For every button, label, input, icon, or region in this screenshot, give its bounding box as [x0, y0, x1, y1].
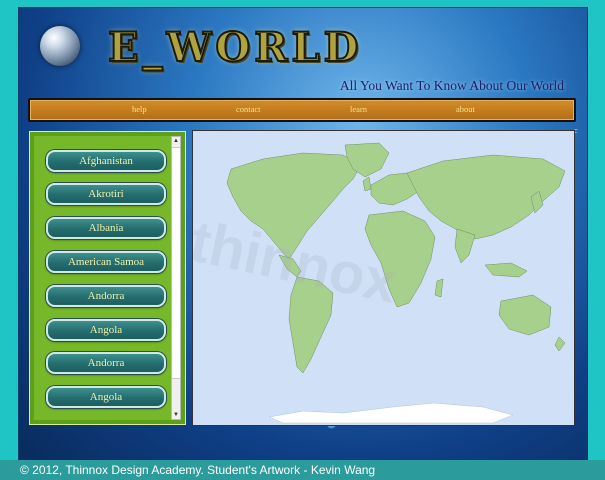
sidebar-scrollbar[interactable]: ▲ ▼ [171, 136, 181, 420]
nav-about[interactable]: about [456, 104, 475, 114]
world-map[interactable]: thinnox [193, 131, 574, 425]
site-tagline: All You Want To Know About Our World [339, 78, 564, 93]
country-button-angola[interactable]: Angola [46, 319, 166, 341]
country-button-american-samoa[interactable]: American Samoa [46, 251, 166, 273]
nav-contact[interactable]: contact [236, 104, 261, 114]
scroll-thumb[interactable] [172, 147, 180, 379]
scroll-down-arrow-icon[interactable]: ▼ [172, 411, 180, 419]
globe-logo-icon [40, 26, 80, 66]
nav-help[interactable]: help [132, 104, 147, 114]
country-sidebar: Afghanistan Akrotiri Albania American Sa… [29, 131, 186, 425]
country-button-angola-2[interactable]: Angola [46, 386, 166, 408]
country-button-afghanistan[interactable]: Afghanistan [46, 150, 166, 172]
nav-learn[interactable]: learn [350, 104, 367, 114]
scroll-up-arrow-icon[interactable]: ▲ [172, 137, 180, 145]
country-list: Afghanistan Akrotiri Albania American Sa… [30, 132, 170, 424]
country-button-andorra-2[interactable]: Andorra [46, 352, 166, 374]
country-button-akrotiri[interactable]: Akrotiri [46, 183, 166, 205]
country-button-albania[interactable]: Albania [46, 217, 166, 239]
footer-copyright: © 2012, Thinnox Design Academy. Student'… [0, 460, 605, 480]
country-button-andorra[interactable]: Andorra [46, 285, 166, 307]
top-navbar: help contact learn about [28, 98, 576, 122]
site-logo[interactable]: E_WORLD [107, 23, 362, 72]
world-map-panel[interactable]: thinnox [192, 130, 575, 426]
